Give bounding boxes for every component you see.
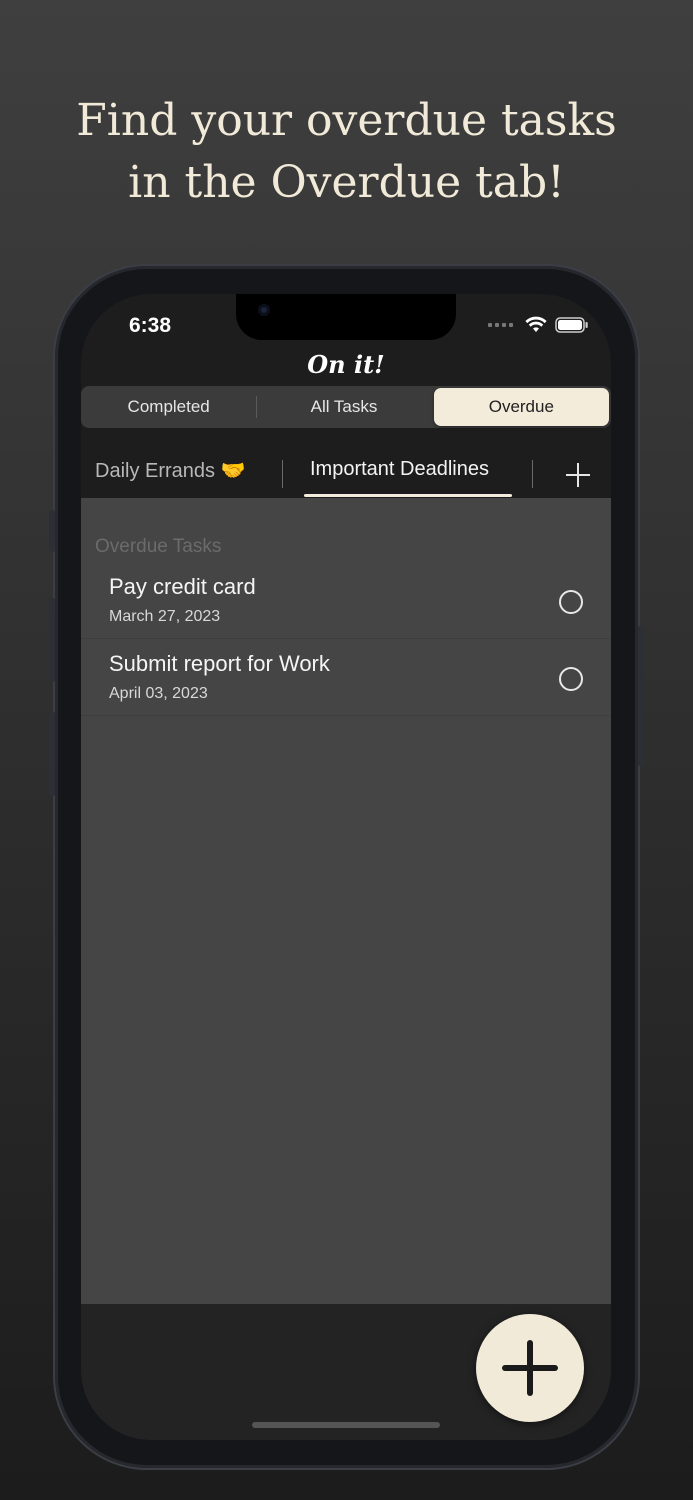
front-camera: [258, 304, 270, 316]
signal-dots-icon: [488, 322, 513, 327]
promo-line-2: in the Overdue tab!: [128, 157, 565, 208]
add-task-button[interactable]: [476, 1314, 584, 1422]
task-date: April 03, 2023: [109, 685, 208, 702]
app-title: On it!: [307, 350, 385, 379]
section-header: Overdue Tasks: [95, 536, 222, 557]
tab-daily-errands[interactable]: Daily Errands 🤝: [95, 458, 246, 483]
segment-overdue[interactable]: Overdue: [433, 388, 609, 426]
complete-checkbox[interactable]: [559, 590, 583, 614]
plus-icon: [566, 463, 590, 487]
add-list-button[interactable]: [563, 452, 593, 487]
task-row[interactable]: Submit report for Work April 03, 2023: [81, 639, 611, 716]
segment-completed[interactable]: Completed: [81, 386, 256, 428]
list-tab-bar: Daily Errands 🤝 Important Deadlines: [81, 452, 611, 497]
task-row[interactable]: Pay credit card March 27, 2023: [81, 562, 611, 639]
segment-all-tasks[interactable]: All Tasks: [256, 386, 431, 428]
filter-segmented-control: Completed All Tasks Overdue: [81, 386, 611, 428]
status-icons: [488, 316, 589, 333]
tab-important-deadlines[interactable]: Important Deadlines: [310, 458, 489, 481]
wifi-icon: [525, 316, 547, 332]
phone-frame: 6:38 On it! Completed All Tasks Overdue …: [49, 266, 644, 1468]
task-list: Overdue Tasks Pay credit card March 27, …: [81, 498, 611, 1304]
tab-selected-indicator: [304, 494, 512, 497]
task-title: Submit report for Work: [109, 651, 330, 676]
notch: [236, 294, 456, 340]
volume-up-button: [49, 598, 55, 682]
volume-down-button: [49, 712, 55, 796]
phone-screen: 6:38 On it! Completed All Tasks Overdue …: [81, 294, 611, 1440]
tab-divider: [532, 460, 533, 488]
mute-switch: [49, 510, 55, 552]
promo-headline: Find your overdue tasks in the Overdue t…: [0, 90, 693, 214]
tab-divider: [282, 460, 283, 488]
battery-icon: [555, 316, 588, 333]
power-button: [638, 626, 644, 766]
task-title: Pay credit card: [109, 574, 256, 599]
status-time: 6:38: [129, 314, 172, 337]
complete-checkbox[interactable]: [559, 667, 583, 691]
promo-line-1: Find your overdue tasks: [76, 95, 617, 146]
home-indicator[interactable]: [252, 1422, 440, 1428]
task-date: March 27, 2023: [109, 608, 221, 625]
